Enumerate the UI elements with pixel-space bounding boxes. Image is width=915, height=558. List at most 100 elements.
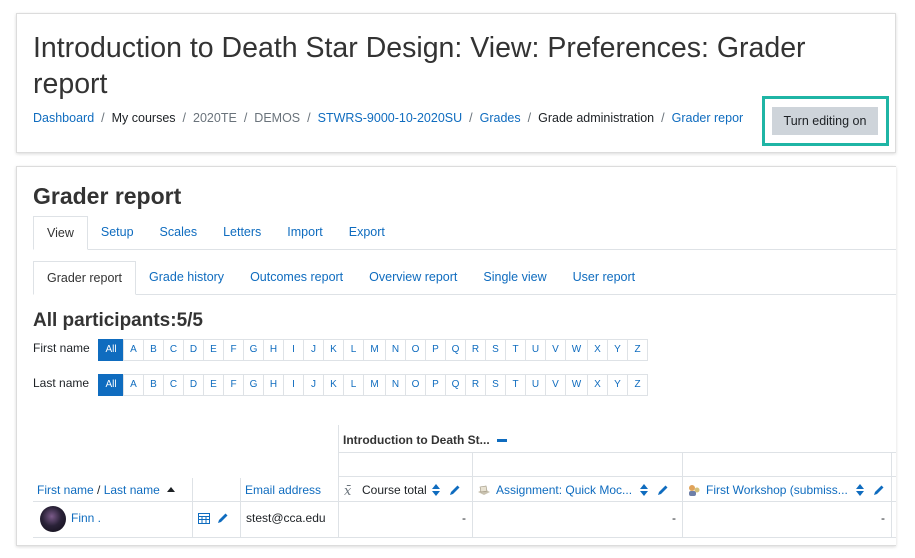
last-name-initials: All A B C D E F G H I J K L M N O P Q R S T U V W X Y Z xyxy=(98,374,648,396)
last-name-initial-w[interactable]: W xyxy=(565,374,588,396)
tab-setup[interactable]: Setup xyxy=(88,216,147,249)
first-name-initial-l[interactable]: L xyxy=(343,339,364,361)
last-name-initial-u[interactable]: U xyxy=(525,374,546,396)
first-name-initial-all[interactable]: All xyxy=(98,339,124,361)
breadcrumb-item[interactable]: Grader repor xyxy=(672,111,744,125)
first-name-initial-k[interactable]: K xyxy=(323,339,344,361)
first-name-initial-q[interactable]: Q xyxy=(445,339,466,361)
assignment-link[interactable]: Assignment: Quick Moc... xyxy=(496,483,632,497)
last-name-initial-v[interactable]: V xyxy=(545,374,566,396)
last-name-initial-k[interactable]: K xyxy=(323,374,344,396)
last-name-initial-e[interactable]: E xyxy=(203,374,224,396)
first-name-initial-b[interactable]: B xyxy=(143,339,164,361)
table-icon[interactable] xyxy=(198,513,210,524)
breadcrumb: Dashboard / My courses / 2020TE / DEMOS / STWRS-… xyxy=(33,111,743,125)
last-name-initial-q[interactable]: Q xyxy=(445,374,466,396)
subtab-grader-report[interactable]: Grader report xyxy=(33,261,137,295)
last-name-initial-n[interactable]: N xyxy=(385,374,406,396)
breadcrumb-separator: / xyxy=(661,111,665,125)
last-name-initial-g[interactable]: G xyxy=(243,374,264,396)
last-name-initial-c[interactable]: C xyxy=(163,374,184,396)
student-name-link[interactable]: Finn . xyxy=(71,511,101,525)
sort-icon[interactable] xyxy=(640,484,649,496)
tab-export[interactable]: Export xyxy=(336,216,398,249)
category-header: Introduction to Death St... xyxy=(343,433,507,447)
calculator-icon: x̄ xyxy=(344,484,352,497)
breadcrumb-item[interactable]: Grades xyxy=(480,111,521,125)
first-name-initial-w[interactable]: W xyxy=(565,339,588,361)
subtab-grade-history[interactable]: Grade history xyxy=(136,261,237,294)
last-name-initial-a[interactable]: A xyxy=(123,374,144,396)
last-name-initial-all[interactable]: All xyxy=(98,374,124,396)
workshop-grade-value[interactable]: - xyxy=(881,511,885,525)
breadcrumb-separator: / xyxy=(182,111,187,125)
last-name-initial-h[interactable]: H xyxy=(263,374,284,396)
breadcrumb-separator: / xyxy=(243,111,248,125)
last-name-initial-t[interactable]: T xyxy=(505,374,526,396)
avatar[interactable] xyxy=(40,506,66,532)
last-name-initial-x[interactable]: X xyxy=(587,374,608,396)
last-name-initial-f[interactable]: F xyxy=(223,374,244,396)
last-name-initial-m[interactable]: M xyxy=(363,374,386,396)
subtab-user-report[interactable]: User report xyxy=(560,261,649,294)
first-name-initial-a[interactable]: A xyxy=(123,339,144,361)
last-name-initial-b[interactable]: B xyxy=(143,374,164,396)
subtab-overview-report[interactable]: Overview report xyxy=(356,261,470,294)
first-name-initial-m[interactable]: M xyxy=(363,339,386,361)
collapse-icon[interactable] xyxy=(497,439,507,443)
first-name-initial-g[interactable]: G xyxy=(243,339,264,361)
edit-pencil-icon[interactable] xyxy=(217,512,229,524)
first-name-initial-s[interactable]: S xyxy=(485,339,506,361)
first-name-initial-d[interactable]: D xyxy=(183,339,204,361)
breadcrumb-item[interactable]: STWRS-9000-10-2020SU xyxy=(318,111,463,125)
last-name-initial-j[interactable]: J xyxy=(303,374,324,396)
tab-view[interactable]: View xyxy=(33,216,88,250)
edit-pencil-icon[interactable] xyxy=(873,484,885,496)
last-name-initial-z[interactable]: Z xyxy=(627,374,648,396)
last-name-initial-r[interactable]: R xyxy=(465,374,486,396)
first-name-initial-u[interactable]: U xyxy=(525,339,546,361)
sort-icon[interactable] xyxy=(855,484,864,496)
edit-pencil-icon[interactable] xyxy=(449,484,461,496)
first-name-initial-h[interactable]: H xyxy=(263,339,284,361)
first-name-initial-j[interactable]: J xyxy=(303,339,324,361)
last-name-initial-i[interactable]: I xyxy=(283,374,304,396)
first-name-initials: All A B C D E F G H I J K L M N O P Q R S T U V W X Y Z xyxy=(98,339,648,361)
last-name-initial-p[interactable]: P xyxy=(425,374,446,396)
last-name-initial-s[interactable]: S xyxy=(485,374,506,396)
assignment-grade-value[interactable]: - xyxy=(672,511,676,525)
tab-letters[interactable]: Letters xyxy=(210,216,274,249)
name-separator: / xyxy=(93,483,104,497)
workshop-link[interactable]: First Workshop (submiss... xyxy=(706,483,848,497)
sort-icon[interactable] xyxy=(431,484,440,496)
first-name-initial-r[interactable]: R xyxy=(465,339,486,361)
first-name-initial-y[interactable]: Y xyxy=(607,339,628,361)
sort-first-name-link[interactable]: First name xyxy=(37,483,94,497)
sort-last-name-link[interactable]: Last name xyxy=(104,483,160,497)
subtab-single-view[interactable]: Single view xyxy=(470,261,559,294)
tab-scales[interactable]: Scales xyxy=(147,216,211,249)
email-column-header[interactable]: Email address xyxy=(245,483,321,497)
first-name-initial-o[interactable]: O xyxy=(405,339,426,361)
first-name-initial-i[interactable]: I xyxy=(283,339,304,361)
last-name-initial-l[interactable]: L xyxy=(343,374,364,396)
last-name-initial-o[interactable]: O xyxy=(405,374,426,396)
last-name-initial-y[interactable]: Y xyxy=(607,374,628,396)
breadcrumb-item[interactable]: Dashboard xyxy=(33,111,94,125)
first-name-initial-z[interactable]: Z xyxy=(627,339,648,361)
first-name-initial-v[interactable]: V xyxy=(545,339,566,361)
tab-import[interactable]: Import xyxy=(274,216,335,249)
first-name-initial-f[interactable]: F xyxy=(223,339,244,361)
last-name-initial-d[interactable]: D xyxy=(183,374,204,396)
first-name-initial-p[interactable]: P xyxy=(425,339,446,361)
subtab-outcomes-report[interactable]: Outcomes report xyxy=(237,261,356,294)
first-name-initial-n[interactable]: N xyxy=(385,339,406,361)
secondary-tabs: Grader report Grade history Outcomes repor… xyxy=(33,261,896,295)
turn-editing-on-button[interactable]: Turn editing on xyxy=(772,107,878,135)
first-name-initial-t[interactable]: T xyxy=(505,339,526,361)
course-total-value[interactable]: - xyxy=(462,511,466,525)
first-name-initial-e[interactable]: E xyxy=(203,339,224,361)
first-name-initial-c[interactable]: C xyxy=(163,339,184,361)
edit-pencil-icon[interactable] xyxy=(657,484,669,496)
first-name-initial-x[interactable]: X xyxy=(587,339,608,361)
